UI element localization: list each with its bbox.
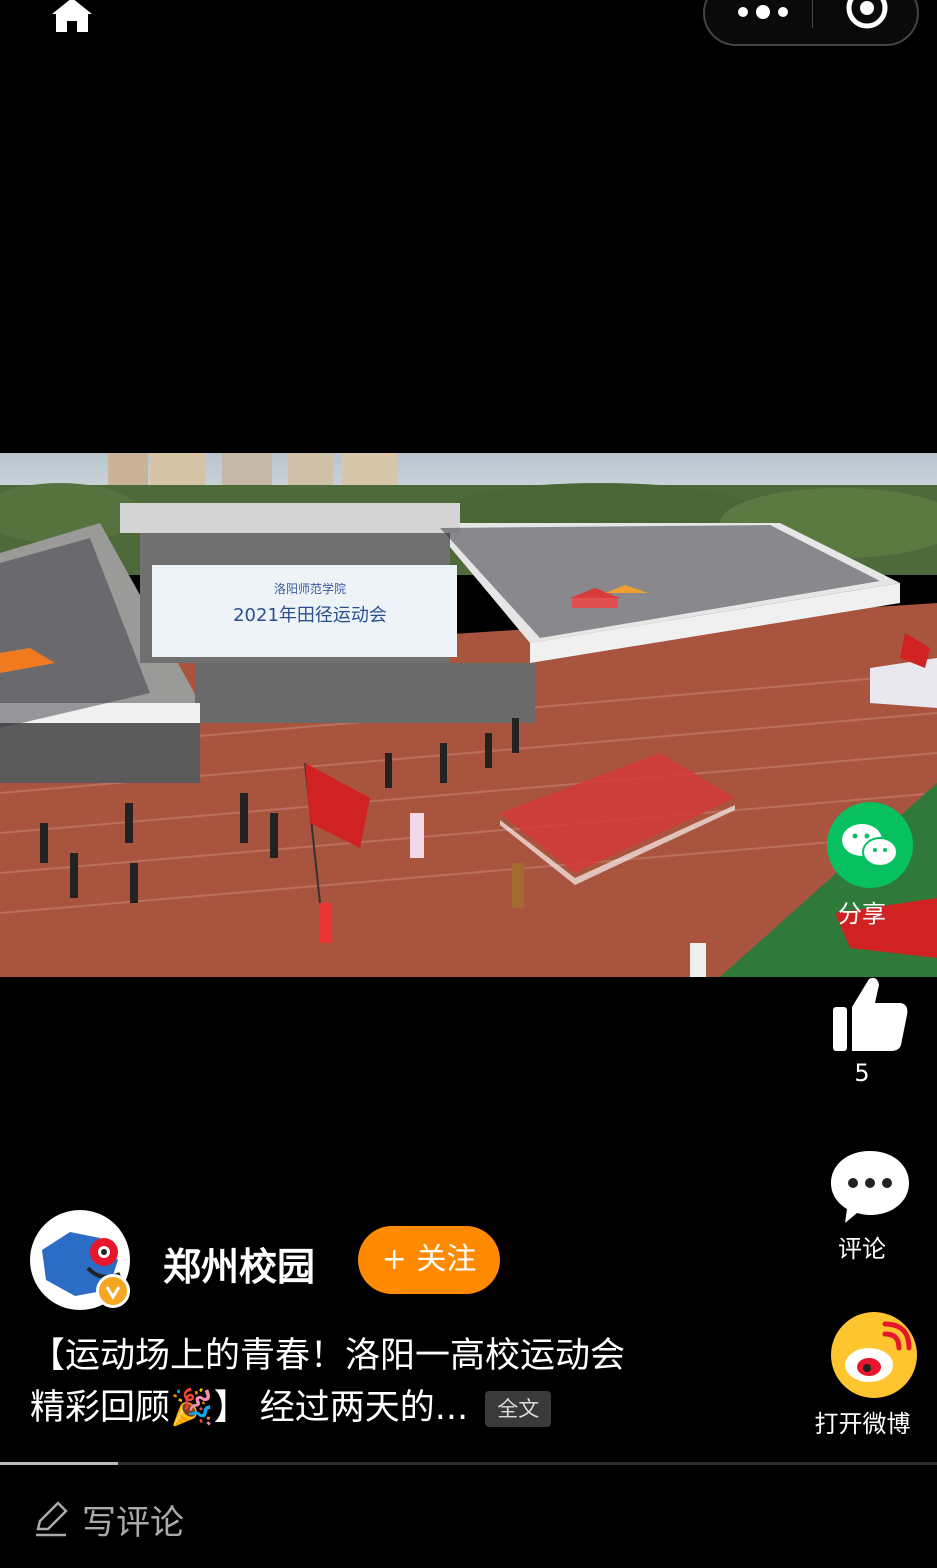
author-name[interactable]: 郑州校园 [163,1236,315,1291]
video-progress-fill [0,1462,118,1465]
comment-placeholder: 写评论 [82,1503,184,1543]
write-comment-bar[interactable]: 写评论 [30,1495,430,1543]
weibo-icon [830,1312,917,1398]
banner-line1: 洛阳师范学院 [274,581,346,596]
follow-button[interactable]: + 关注 [358,1226,500,1294]
capsule-divider [812,0,813,28]
close-target-icon[interactable] [845,0,889,40]
post-text-line1: 【运动场上的青春！洛阳一高校运动会 [30,1336,626,1376]
home-icon[interactable] [48,0,96,36]
more-dots-icon[interactable] [735,2,791,26]
full-text-button[interactable]: 全文 [485,1391,552,1427]
share-button[interactable]: 分享 [802,800,922,929]
open-weibo-label: 打开微博 [814,1410,911,1438]
top-bar [0,0,937,60]
comment-button[interactable]: 评论 [802,1145,922,1264]
open-weibo-button[interactable]: 打开微博 [795,1310,930,1439]
banner-line2: 2021年田径运动会 [233,605,387,626]
video-progress-bar[interactable] [0,1462,937,1465]
author-row: 郑州校园 + 关注 [30,1210,730,1310]
pen-icon [36,1501,68,1537]
verified-badge-icon [96,1274,130,1308]
mini-program-capsule [703,0,919,46]
like-button[interactable]: 5 [802,975,922,1087]
video-player[interactable]: 洛阳师范学院 2021年田径运动会 [0,453,937,977]
wechat-icon [826,802,913,888]
comment-label: 评论 [838,1235,886,1263]
post-text-line2: 精彩回顾🎉】 经过两天的... [30,1388,469,1428]
share-label: 分享 [838,900,886,928]
thumbs-up-icon [832,977,907,1051]
comment-bubble-icon [830,1151,909,1223]
post-description: 【运动场上的青春！洛阳一高校运动会 精彩回顾🎉】 经过两天的... 全文 [30,1330,730,1434]
like-count: 5 [854,1059,870,1087]
video-frame: 洛阳师范学院 2021年田径运动会 [0,453,937,977]
